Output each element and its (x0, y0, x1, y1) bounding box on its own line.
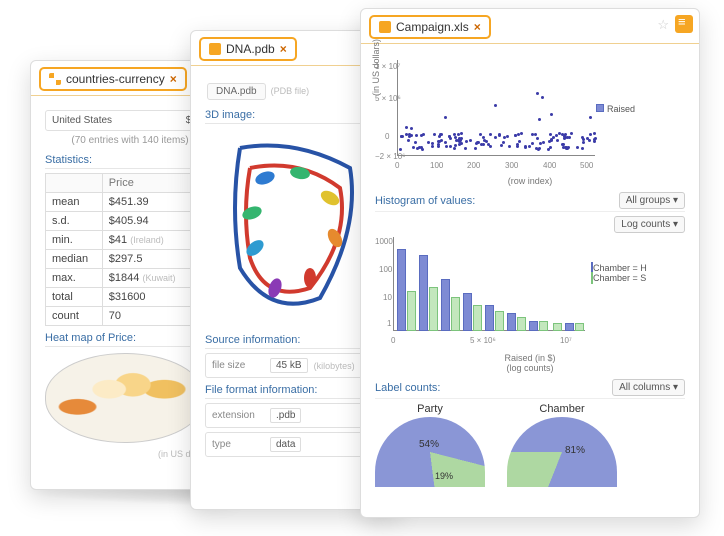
hist-x-label: Raised (in $) (log counts) (375, 353, 685, 373)
tab-label: DNA.pdb (226, 42, 275, 56)
pie-party: Party 54% 19% (375, 403, 485, 487)
tab-bar: Campaign.xls × (361, 9, 699, 44)
close-icon[interactable]: × (474, 20, 481, 34)
scatter-legend: Raised (596, 104, 635, 114)
columns-dropdown[interactable]: All columns ▾ (612, 379, 685, 396)
col-price: Price (102, 174, 194, 193)
close-icon[interactable]: × (280, 42, 287, 56)
section-source: Source information: (205, 334, 385, 349)
x-axis-label: (row index) (375, 176, 685, 186)
tab-label: countries-currency (66, 72, 165, 86)
section-3d: 3D image: (205, 109, 385, 124)
log-dropdown[interactable]: Log counts ▾ (614, 216, 685, 233)
histogram: 1000 100 10 1 0 5 × 10⁶ 10⁷ (375, 237, 585, 347)
dna-3d-image (210, 128, 380, 328)
pie-chamber: Chamber 81% (507, 403, 617, 487)
table-row: min.$41 (Ireland) (46, 231, 195, 250)
tab-label: Campaign.xls (396, 20, 469, 34)
type-row: typedata (205, 432, 385, 457)
country-name: United States (52, 115, 112, 126)
window-campaign: ☆ Campaign.xls × (in US dollars) 1 × 10⁷… (360, 8, 700, 518)
ext-row: extension.pdb (205, 403, 385, 428)
hist-legend: Chamber = H Chamber = S (591, 263, 647, 283)
file-chip[interactable]: DNA.pdb (207, 83, 266, 100)
section-labels: Label counts: (375, 382, 440, 394)
scatter-plot: (in US dollars) 1 × 10⁷ 5 × 10⁶ 0 −2 × 1… (375, 60, 635, 170)
section-format: File format information: (205, 384, 385, 399)
table-row: max.$1844 (Kuwait) (46, 269, 195, 288)
table-row: s.d.$405.94 (46, 212, 195, 231)
tab-countries[interactable]: countries-currency × (39, 67, 187, 91)
tab-dna[interactable]: DNA.pdb × (199, 37, 297, 61)
file-icon (209, 43, 221, 55)
world-heatmap (45, 353, 205, 443)
grid-icon (49, 73, 61, 85)
tab-campaign[interactable]: Campaign.xls × (369, 15, 491, 39)
menu-icon[interactable] (675, 15, 693, 33)
groups-dropdown[interactable]: All groups ▾ (619, 192, 685, 209)
close-icon[interactable]: × (170, 72, 177, 86)
star-icon[interactable]: ☆ (657, 17, 669, 33)
table-row: median$297.5 (46, 250, 195, 269)
section-histogram: Histogram of values: (375, 195, 475, 207)
filesize-row: file size 45 kB (kilobytes) (205, 353, 385, 378)
stats-table: Price mean$451.39 s.d.$405.94 min.$41 (I… (45, 173, 195, 326)
file-icon (379, 21, 391, 33)
table-row: mean$451.39 (46, 193, 195, 212)
table-row: total$31600 (46, 288, 195, 307)
table-row: count70 (46, 307, 195, 326)
file-type: (PDB file) (271, 86, 310, 96)
